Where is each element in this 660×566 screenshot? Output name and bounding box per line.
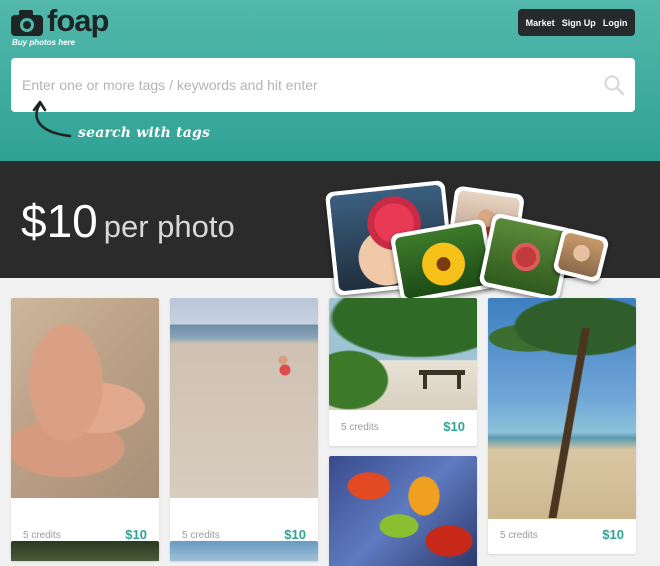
header: foap Buy photos here Market Sign Up Logi… xyxy=(0,0,660,161)
search-input[interactable] xyxy=(22,71,582,99)
photo-picnic-bench[interactable] xyxy=(329,298,477,410)
search-hint: search with tags xyxy=(78,125,211,141)
photo-card[interactable] xyxy=(11,541,159,561)
search-icon[interactable] xyxy=(603,74,625,96)
price-label: $10 xyxy=(443,419,465,434)
logo-wordmark: foap xyxy=(47,3,109,38)
photo-card[interactable]: 5 credits $10 xyxy=(11,298,159,554)
camera-icon xyxy=(11,10,43,36)
photo-card[interactable]: 5 credits $10 xyxy=(170,298,318,554)
credits-label: 5 credits xyxy=(500,530,538,541)
nav-sign-up[interactable]: Sign Up xyxy=(562,18,596,28)
price-label: $10 xyxy=(284,527,306,542)
price-unit: per photo xyxy=(103,209,235,244)
price-label: $10 xyxy=(125,527,147,542)
photo-card[interactable] xyxy=(329,456,477,566)
photo-collage xyxy=(324,180,610,304)
credits-label: 5 credits xyxy=(23,530,61,541)
photo-palm-beach[interactable] xyxy=(488,298,636,519)
photo-partial[interactable] xyxy=(170,541,318,561)
photo-card[interactable] xyxy=(170,541,318,561)
curved-arrow-icon xyxy=(32,100,72,138)
nav-login[interactable]: Login xyxy=(603,18,628,28)
top-nav: Market Sign Up Login xyxy=(518,9,635,36)
credits-label: 5 credits xyxy=(341,422,379,433)
price-amount: $10 xyxy=(21,195,98,247)
price-label: $10 xyxy=(602,527,624,542)
photo-card[interactable]: 5 credits $10 xyxy=(488,298,636,554)
logo-tagline: Buy photos here xyxy=(12,38,76,47)
price-headline: $10 per photo xyxy=(21,194,235,248)
photo-autumn-leaves[interactable] xyxy=(329,456,477,566)
photo-partial[interactable] xyxy=(11,541,159,561)
photo-grid: 5 credits $10 5 credits $10 5 credits $1… xyxy=(0,278,660,566)
foap-logo[interactable]: foap Buy photos here xyxy=(10,3,130,48)
photo-card[interactable]: 5 credits $10 xyxy=(329,298,477,446)
photo-card-footer: 5 credits $10 xyxy=(329,410,477,446)
photo-beach-child[interactable] xyxy=(170,298,318,498)
photo-card-footer: 5 credits $10 xyxy=(488,518,636,554)
credits-label: 5 credits xyxy=(182,530,220,541)
search-bar xyxy=(11,58,635,112)
photo-feet-in-sand[interactable] xyxy=(11,298,159,498)
nav-market[interactable]: Market xyxy=(526,18,555,28)
